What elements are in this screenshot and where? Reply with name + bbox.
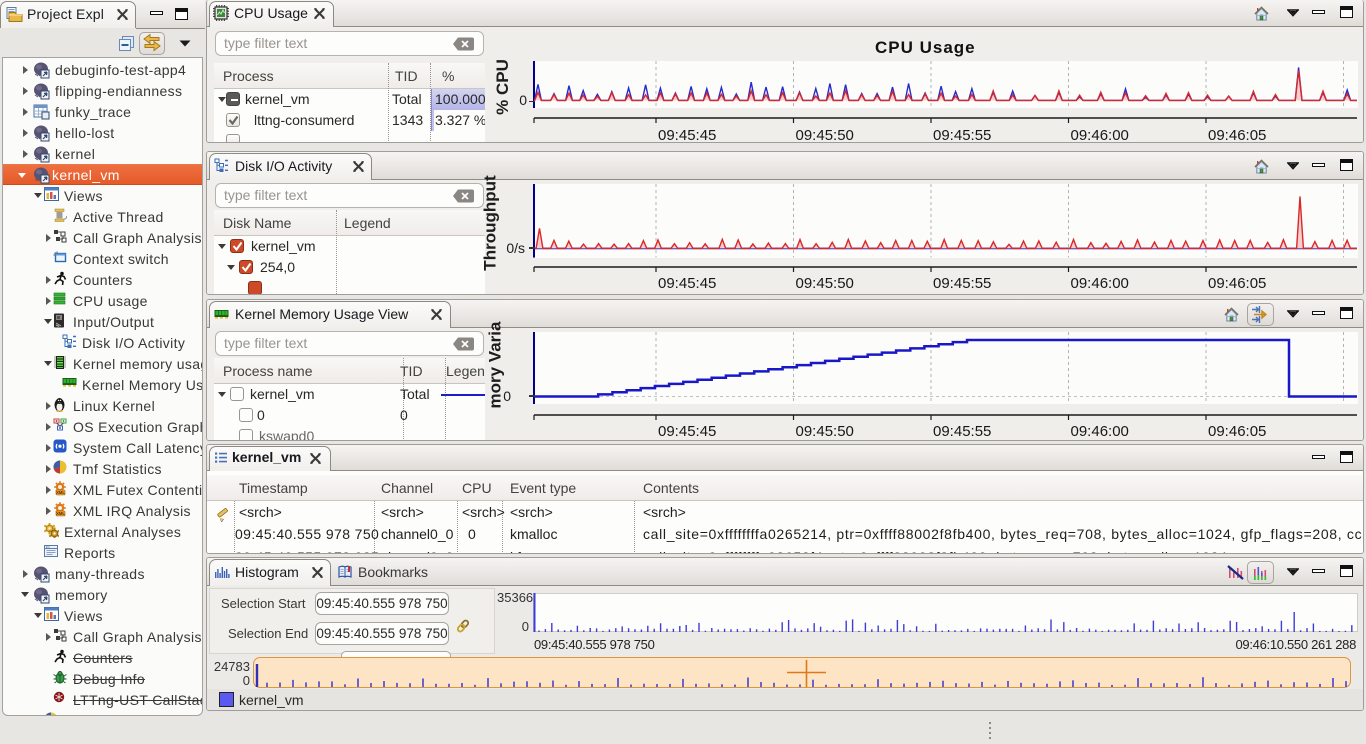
svg-text:XML: XML — [56, 511, 65, 516]
svg-text:XML: XML — [56, 490, 65, 495]
